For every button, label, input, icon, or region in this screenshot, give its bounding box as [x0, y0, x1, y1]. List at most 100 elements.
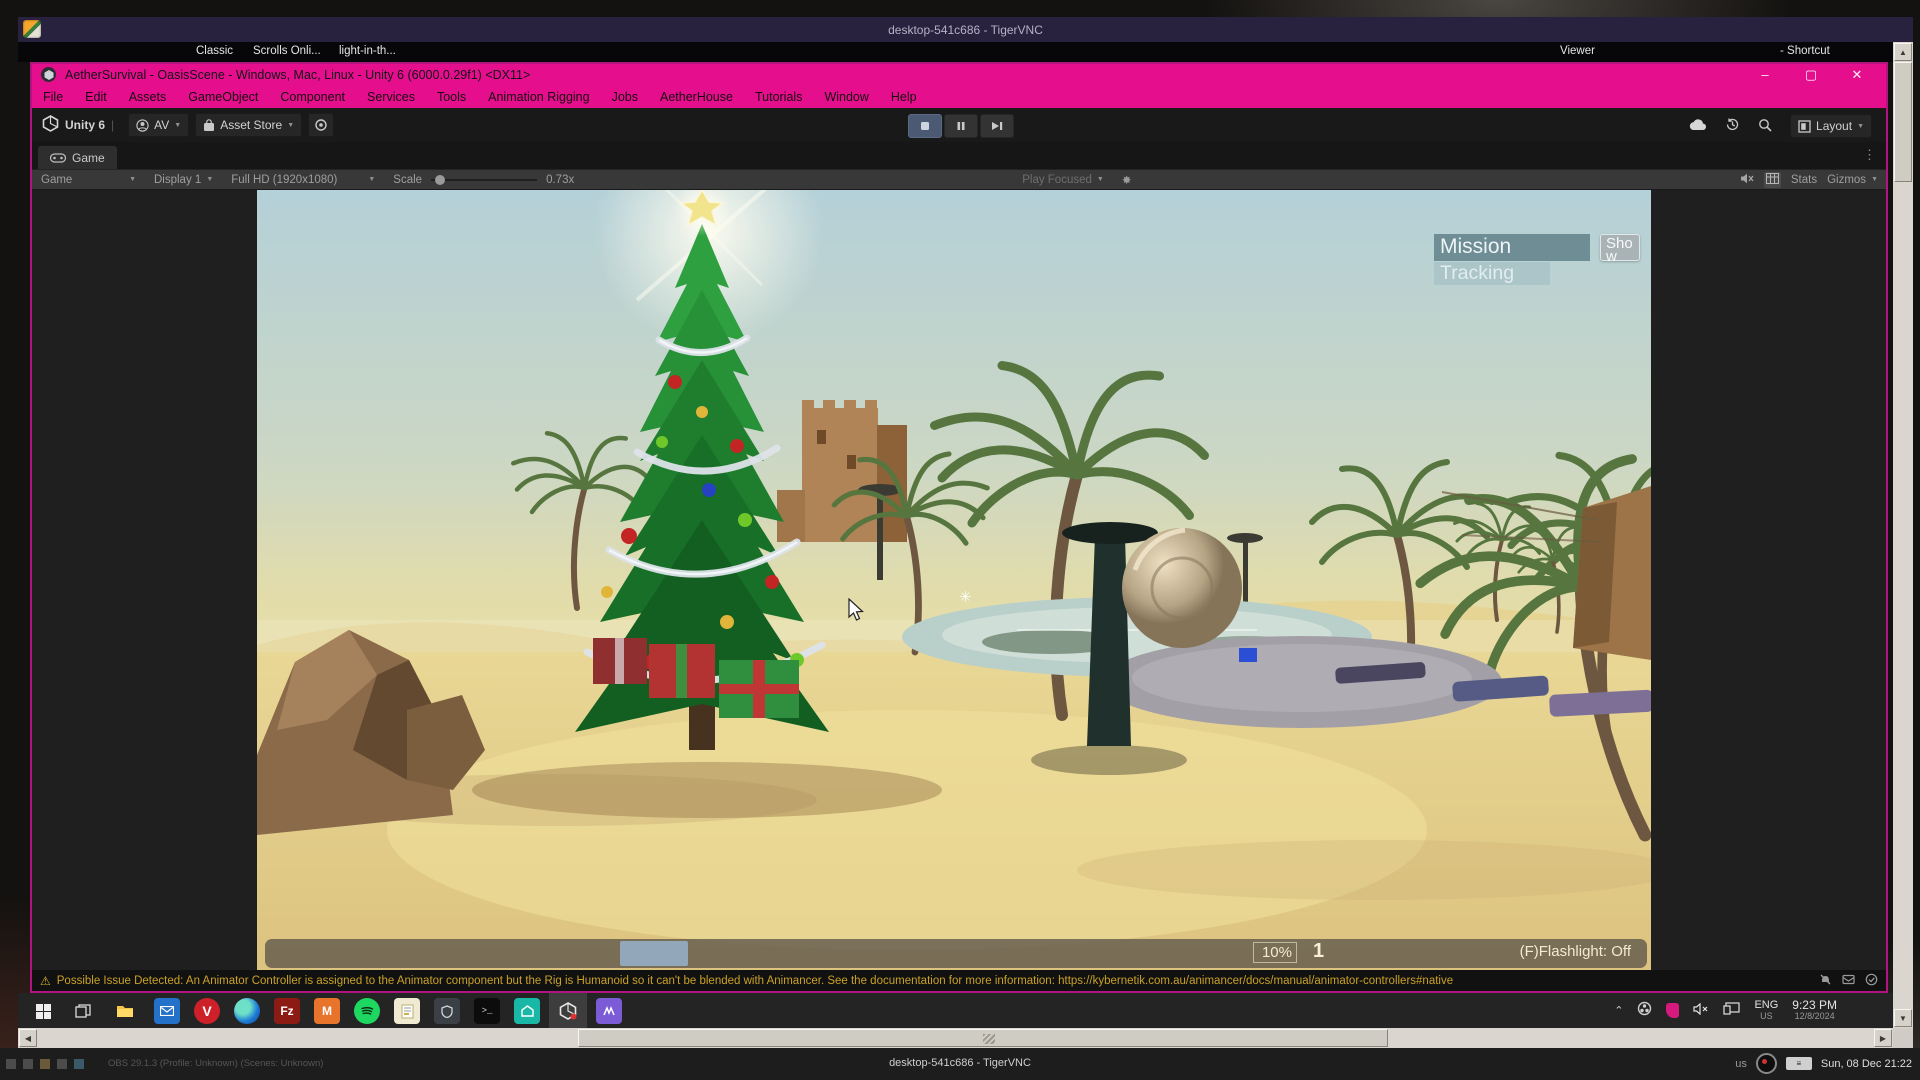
scale-slider-knob[interactable]	[435, 175, 445, 185]
vnc-vertical-scrollbar[interactable]: ▲ ▼	[1893, 42, 1913, 1028]
menu-help[interactable]: Help	[880, 85, 928, 108]
task-view-icon[interactable]	[70, 998, 96, 1024]
menu-services[interactable]: Services	[356, 85, 426, 108]
hotbar-selected-slot	[620, 941, 688, 966]
layout-badge[interactable]: ≡	[1786, 1057, 1812, 1070]
filezilla-icon[interactable]: Fz	[274, 998, 300, 1024]
menu-tools[interactable]: Tools	[426, 85, 477, 108]
step-button[interactable]	[980, 114, 1014, 138]
network-icon[interactable]	[1723, 1002, 1740, 1020]
unity-titlebar[interactable]: AetherSurvival - OasisScene - Windows, M…	[32, 64, 1886, 85]
windows-start-icon[interactable]	[30, 998, 56, 1024]
volume-muted-icon[interactable]	[1693, 1002, 1709, 1020]
hotbar: 10% 1 (F)Flashlight: Off	[265, 939, 1647, 968]
recorder-tray-icon[interactable]	[1666, 1003, 1679, 1018]
search-icon[interactable]	[1758, 118, 1772, 135]
maximize-button[interactable]: ▢	[1794, 64, 1828, 85]
scroll-left-icon[interactable]: ◀	[19, 1029, 37, 1047]
menu-assets[interactable]: Assets	[118, 85, 178, 108]
file-explorer-icon[interactable]	[112, 998, 138, 1024]
notes-icon[interactable]	[394, 998, 420, 1024]
muse-icon[interactable]	[596, 998, 622, 1024]
display-dropdown[interactable]: Display 1▼	[145, 170, 222, 189]
security-vault-icon[interactable]	[434, 998, 460, 1024]
layout-dropdown[interactable]: Layout ▼	[1790, 114, 1872, 138]
menu-animation-rigging[interactable]: Animation Rigging	[477, 85, 600, 108]
desktop-label-shortcut[interactable]: - Shortcut	[1780, 45, 1830, 57]
terminal-icon[interactable]: >_	[474, 998, 500, 1024]
host-clock[interactable]: Sun, 08 Dec 21:22	[1821, 1058, 1912, 1070]
resolution-dropdown[interactable]: Full HD (1920x1080)▼	[222, 170, 384, 189]
cloud-icon[interactable]	[1689, 118, 1707, 134]
mission-tracking-panel: Mission Tracking Show	[1434, 234, 1650, 285]
frame-debugger-icon[interactable]	[1764, 172, 1781, 188]
version-control-button[interactable]	[308, 113, 334, 137]
console-icon[interactable]	[1842, 973, 1855, 986]
scale-value: 0.73x	[537, 170, 583, 189]
clock-indicator[interactable]: 9:23 PM 12/8/2024	[1792, 1000, 1837, 1022]
edge-icon[interactable]	[234, 998, 260, 1024]
vivaldi-icon[interactable]: V	[194, 998, 220, 1024]
pause-button[interactable]	[944, 114, 978, 138]
menu-gameobject[interactable]: GameObject	[177, 85, 269, 108]
scale-slider[interactable]	[431, 179, 537, 181]
menu-jobs[interactable]: Jobs	[601, 85, 649, 108]
account-dropdown[interactable]: AV ▼	[128, 113, 189, 137]
asset-store-dropdown[interactable]: Asset Store ▼	[195, 113, 302, 137]
menu-window[interactable]: Window	[813, 85, 879, 108]
desktop-label-viewer[interactable]: Viewer	[1560, 45, 1595, 57]
tray-chevron-icon[interactable]: ⌃	[1614, 1004, 1623, 1017]
check-circle-icon[interactable]	[1865, 973, 1878, 986]
language-indicator[interactable]: ENG US	[1754, 1000, 1778, 1022]
vscroll-thumb[interactable]	[1894, 62, 1912, 182]
unity-editor-icon[interactable]	[555, 998, 581, 1024]
unity-version-label: Unity 6	[65, 118, 105, 132]
history-icon[interactable]	[1725, 117, 1740, 135]
obs-tray-icon[interactable]	[1637, 1001, 1652, 1021]
menu-file[interactable]: File	[32, 85, 74, 108]
minimize-button[interactable]: –	[1748, 64, 1782, 85]
keyboard-layout-label[interactable]: us	[1735, 1058, 1747, 1070]
hscroll-thumb[interactable]	[578, 1029, 1388, 1047]
mute-notifications-icon[interactable]	[1819, 973, 1832, 986]
mission-show-button[interactable]: Show	[1600, 234, 1640, 261]
vnc-titlebar[interactable]: desktop-541c686 - TigerVNC	[18, 17, 1913, 42]
scale-label: Scale	[384, 170, 431, 189]
unity-hub-icon[interactable]	[514, 998, 540, 1024]
game-viewport[interactable]: Mission Tracking Show ✳ 10% 1 (F)Flashli…	[257, 190, 1651, 970]
mail-icon[interactable]	[154, 998, 180, 1024]
spotify-icon[interactable]	[354, 998, 380, 1024]
tab-options-icon[interactable]: ⋮	[1863, 147, 1876, 163]
scroll-right-icon[interactable]: ▶	[1874, 1029, 1892, 1047]
game-mode-dropdown[interactable]: Game▼	[32, 170, 145, 189]
menu-tutorials[interactable]: Tutorials	[744, 85, 813, 108]
bag-icon	[203, 119, 215, 132]
menu-edit[interactable]: Edit	[74, 85, 118, 108]
gizmos-dropdown[interactable]: Gizmos▼	[1827, 174, 1878, 186]
stats-toggle[interactable]: Stats	[1791, 174, 1817, 186]
step-icon	[991, 121, 1003, 131]
host-window-title[interactable]: desktop-541c686 - TigerVNC	[0, 1057, 1920, 1069]
desktop-label-scrolls[interactable]: Scrolls Onli...	[253, 45, 321, 57]
unity-statusbar[interactable]: ⚠ Possible Issue Detected: An Animator C…	[32, 970, 1886, 991]
scrollbar-corner	[1893, 1028, 1913, 1048]
close-button[interactable]: ✕	[1840, 64, 1874, 85]
obs-logo-icon[interactable]	[1756, 1053, 1777, 1074]
mouse-cursor	[848, 598, 865, 627]
tab-game[interactable]: Game	[38, 146, 117, 169]
flare-icon[interactable]: ✸	[1113, 170, 1141, 189]
desktop-label-classic[interactable]: Classic	[196, 45, 233, 57]
statusbar-warning-text[interactable]: Possible Issue Detected: An Animator Con…	[57, 975, 1453, 987]
play-button[interactable]	[908, 114, 942, 138]
unity-window: AetherSurvival - OasisScene - Windows, M…	[30, 62, 1888, 993]
scroll-down-icon[interactable]: ▼	[1894, 1009, 1912, 1027]
hacknplan-icon[interactable]: M	[314, 998, 340, 1024]
desktop-label-light[interactable]: light-in-th...	[339, 45, 396, 57]
scroll-up-icon[interactable]: ▲	[1894, 43, 1912, 61]
menu-aetherhouse[interactable]: AetherHouse	[649, 85, 744, 108]
mute-audio-icon[interactable]	[1740, 173, 1754, 187]
vnc-horizontal-scrollbar[interactable]: ◀ ▶	[18, 1028, 1893, 1048]
menu-component[interactable]: Component	[269, 85, 356, 108]
play-focused-dropdown[interactable]: Play Focused▼	[1013, 170, 1113, 189]
unity-window-icon	[41, 67, 56, 82]
